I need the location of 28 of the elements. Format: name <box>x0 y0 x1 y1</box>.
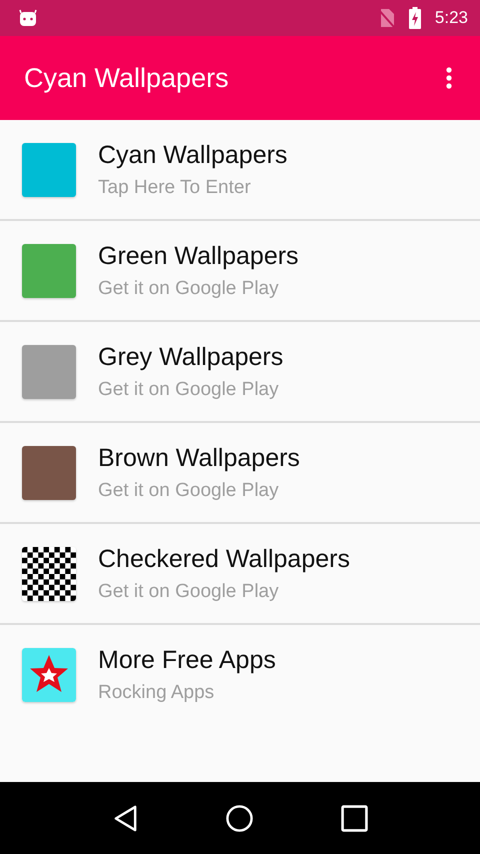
item-subtitle: Get it on Google Play <box>98 580 280 602</box>
item-subtitle: Get it on Google Play <box>98 278 280 300</box>
list-item[interactable]: More Free Apps Rocking Apps <box>0 625 480 724</box>
menu-icon[interactable] <box>446 67 452 89</box>
item-title: Green Wallpapers <box>98 242 299 270</box>
item-subtitle: Rocking Apps <box>98 682 216 704</box>
battery-charging-icon <box>408 7 421 29</box>
list-item[interactable]: Cyan Wallpapers Tap Here To Enter <box>0 120 480 221</box>
item-title: Cyan Wallpapers <box>98 140 288 170</box>
status-time: 5:23 <box>434 8 468 28</box>
recents-icon[interactable] <box>341 804 368 832</box>
list-item[interactable]: Grey Wallpapers Get it on Google Play <box>0 322 480 423</box>
app-title: Cyan Wallpapers <box>24 62 230 94</box>
list-item[interactable]: Green Wallpapers Get it on Google Play <box>0 221 480 322</box>
item-title: Grey Wallpapers <box>98 342 284 372</box>
list-item[interactable]: Brown Wallpapers Get it on Google Play <box>0 423 480 524</box>
item-title: Checkered Wallpapers <box>98 544 350 574</box>
star-icon <box>22 648 76 702</box>
checkerboard-icon <box>22 546 76 600</box>
item-title: Brown Wallpapers <box>98 444 300 472</box>
item-subtitle: Get it on Google Play <box>98 378 280 400</box>
home-icon[interactable] <box>226 804 254 832</box>
list-item[interactable]: Checkered Wallpapers Get it on Google Play <box>0 524 480 625</box>
android-icon <box>18 9 38 27</box>
item-subtitle: Tap Here To Enter <box>98 176 252 198</box>
item-title: More Free Apps <box>98 646 276 674</box>
item-subtitle: Get it on Google Play <box>98 480 280 502</box>
back-icon[interactable] <box>112 804 139 832</box>
